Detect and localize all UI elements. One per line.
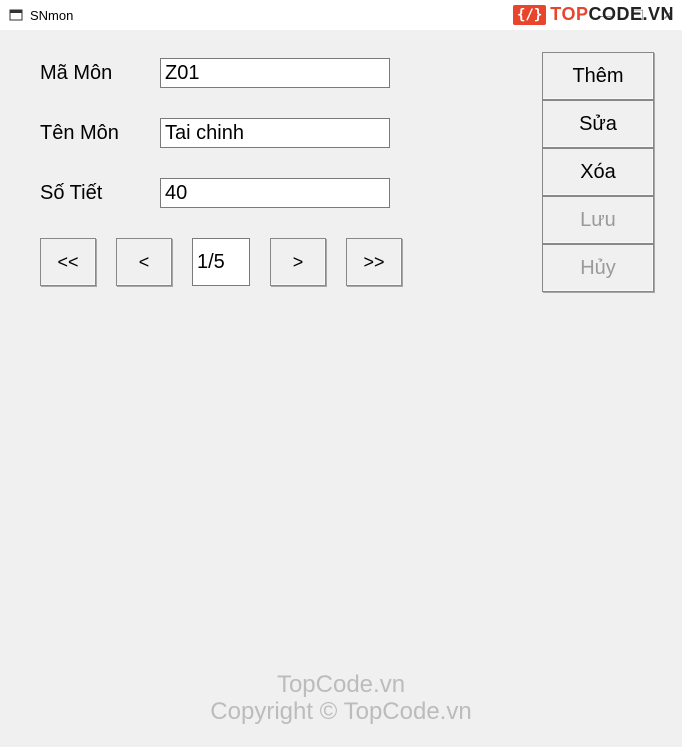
watermark-line2: Copyright © TopCode.vn [0, 699, 682, 725]
watermark-top: {/} TOPCODE.VN [513, 4, 674, 25]
first-page-button[interactable]: << [40, 238, 96, 286]
application-window: SNmon — ☐ ✕ {/} TOPCODE.VN Mã Môn Tên Mô… [0, 0, 682, 747]
next-page-button[interactable]: > [270, 238, 326, 286]
page-indicator-input[interactable] [192, 238, 250, 286]
edit-button[interactable]: Sửa [542, 100, 654, 148]
prev-page-button[interactable]: < [116, 238, 172, 286]
delete-button[interactable]: Xóa [542, 148, 654, 196]
watermark-line1: TopCode.vn [0, 672, 682, 698]
cancel-button[interactable]: Hủy [542, 244, 654, 292]
label-so-tiet: Số Tiết [20, 182, 160, 205]
client-area: Mã Môn Tên Môn Số Tiết << < > >> Thêm Sử… [0, 30, 682, 747]
window-title: SNmon [30, 8, 73, 23]
label-ma-mon: Mã Môn [20, 62, 160, 85]
watermark-bottom: TopCode.vn Copyright © TopCode.vn [0, 672, 682, 725]
save-button[interactable]: Lưu [542, 196, 654, 244]
input-ma-mon[interactable] [160, 58, 390, 88]
watermark-logo-icon: {/} [513, 5, 546, 25]
app-icon [8, 7, 24, 23]
last-page-button[interactable]: >> [346, 238, 402, 286]
input-so-tiet[interactable] [160, 178, 390, 208]
add-button[interactable]: Thêm [542, 52, 654, 100]
watermark-text-code: CODE.VN [588, 4, 674, 24]
watermark-text-top: TOP [550, 4, 588, 24]
input-ten-mon[interactable] [160, 118, 390, 148]
label-ten-mon: Tên Môn [20, 122, 160, 145]
action-buttons: Thêm Sửa Xóa Lưu Hủy [542, 52, 654, 292]
